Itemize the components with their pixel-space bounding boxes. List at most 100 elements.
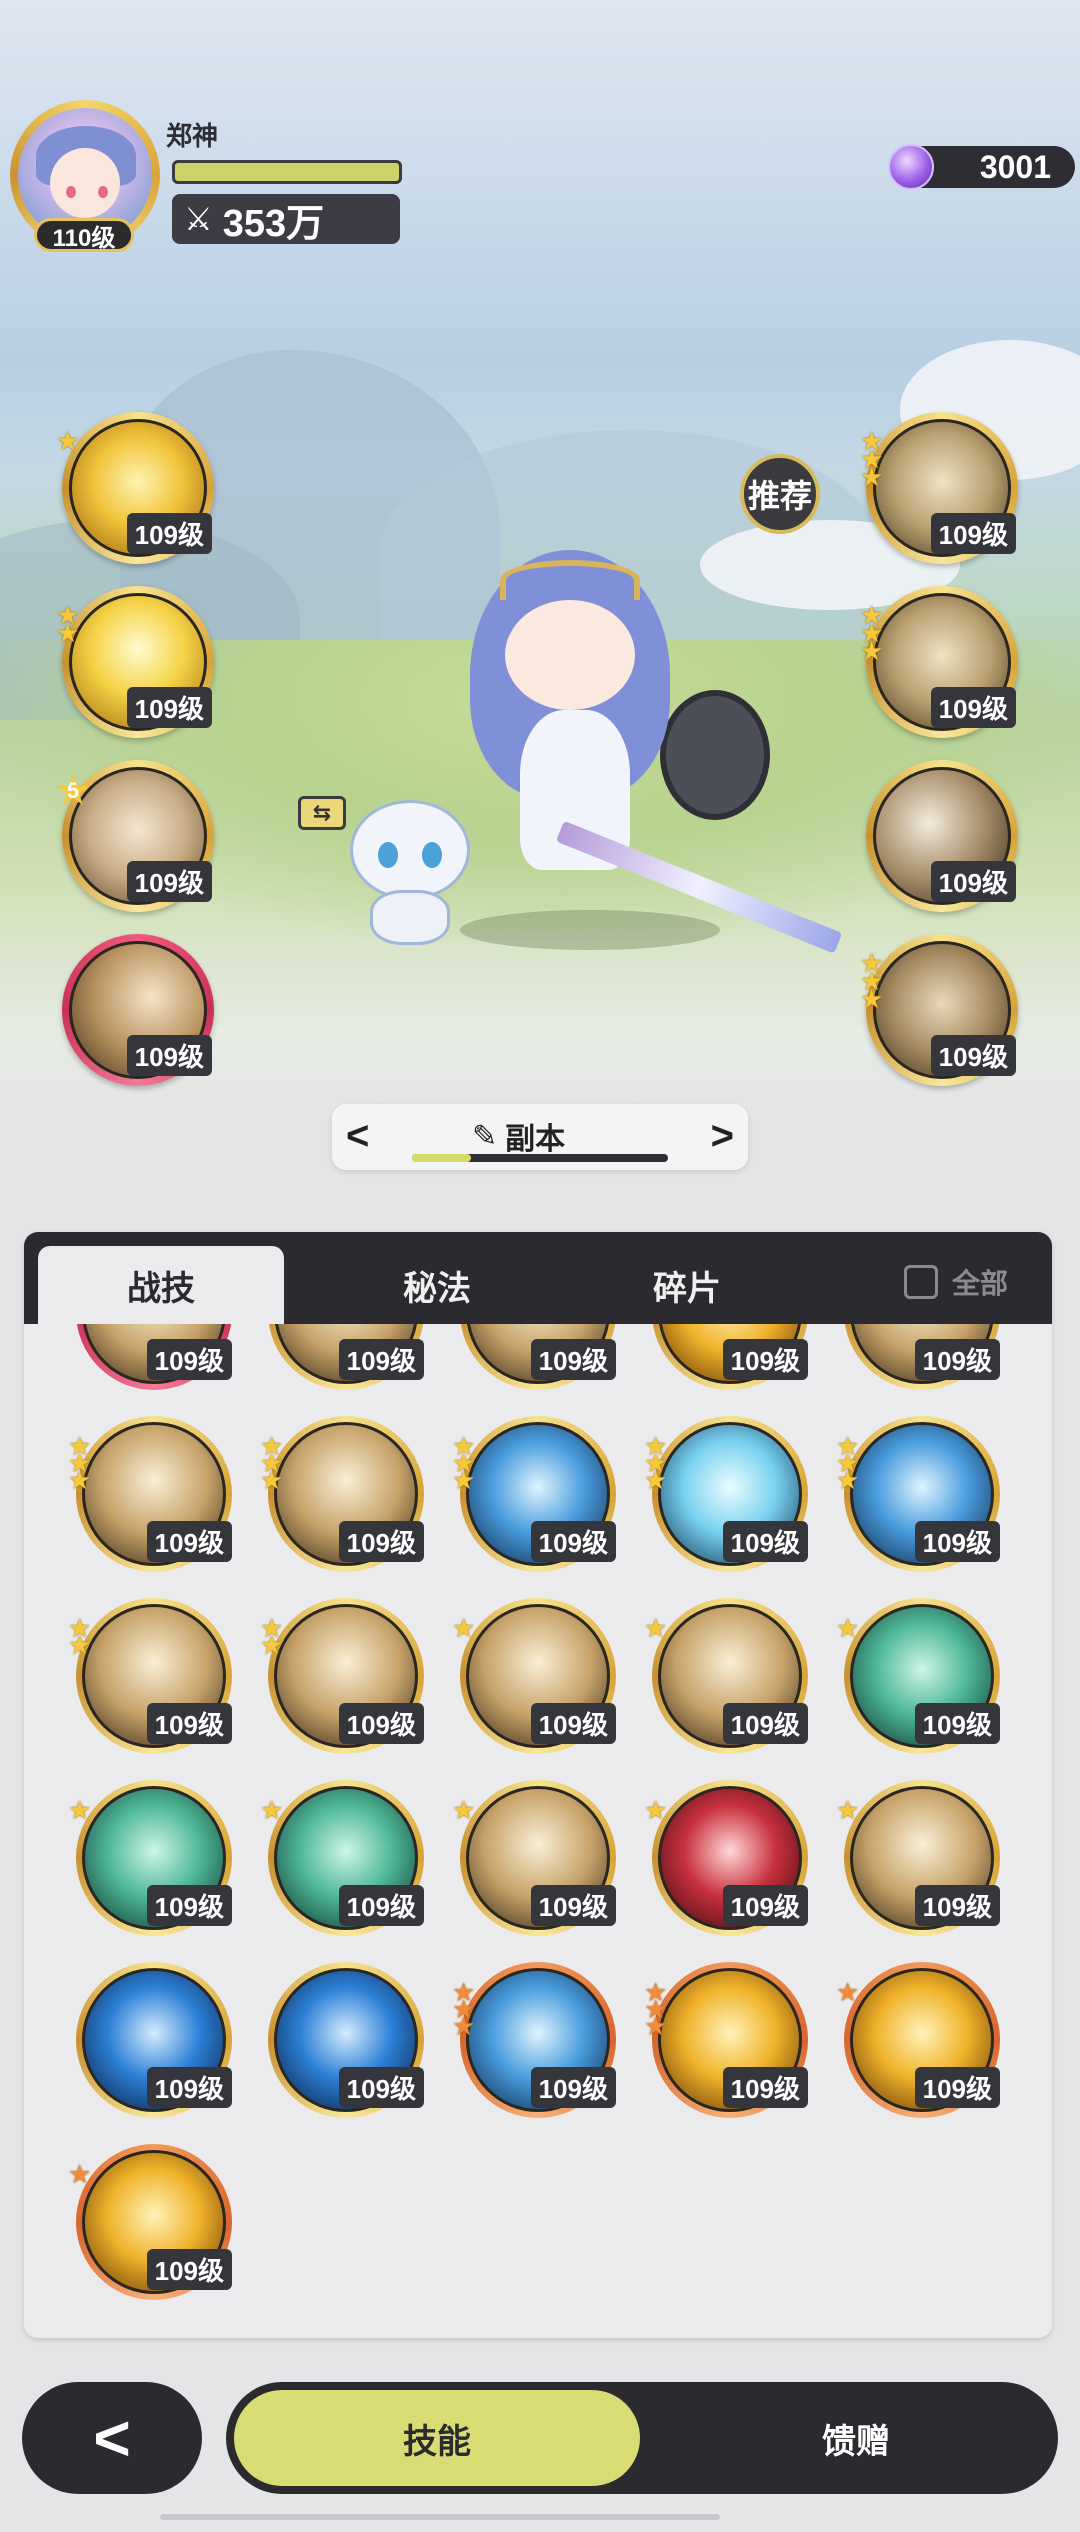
tab-secret-arts[interactable]: 秘法 [314,1246,560,1324]
player-name: 郑神 [166,121,219,151]
mode-label: ✎ 副本 [472,1114,565,1158]
skill-level: 109级 [530,1885,616,1926]
skill-icon[interactable]: ★ 109级 [836,1780,1000,1936]
skill-level: 109级 [338,2067,424,2108]
equipped-slot-right-4[interactable]: ★ ★ ★ 109级 [860,934,1018,1086]
mode-next-button[interactable]: > [711,1114,734,1159]
bottom-navigation: < 技能 馈赠 [0,2350,1080,2532]
star-icon: ★ [836,1977,860,2007]
skill-icon[interactable]: ★★★ 109级 [644,1416,808,1572]
equipped-slot-right-3[interactable]: 109级 [866,760,1018,912]
star-icon: ★ [260,1795,284,1825]
skill-icon[interactable]: 109级 [76,1962,232,2118]
skill-icon[interactable]: ★★★109级 [652,1324,808,1390]
gem-icon [888,144,934,190]
star-icon: ★ [836,1795,860,1825]
skill-level: 109级 [338,1521,424,1562]
skill-level: 109级 [722,1885,808,1926]
recommend-button[interactable]: 推荐 [740,454,820,534]
tab-gifts[interactable]: 馈赠 [656,2382,1056,2494]
mode-prev-button[interactable]: < [346,1114,369,1159]
star-icon: ★ [644,1613,668,1643]
skill-level: 109级 [530,1521,616,1562]
skill-icon[interactable]: ★ 109级 [68,1780,232,1936]
tab-combat-skills[interactable]: 战技 [38,1246,284,1324]
player-hp-bar [172,160,402,184]
skill-icon[interactable]: ★ 109级 [836,1598,1000,1754]
star-icon: ★ ★ ★ [452,1977,476,2041]
skill-level: 109级 [338,1885,424,1926]
skill-level: 109级 [146,2067,232,2108]
skill-icon[interactable]: ★★★ 109级 [452,1416,616,1572]
checkbox[interactable] [904,1265,938,1299]
skill-icon[interactable]: ★ 109级 [836,1962,1000,2118]
tab-fragments[interactable]: 碎片 [564,1246,810,1324]
skill-icon[interactable]: ★★★109级 [844,1324,1000,1390]
equipped-slot-left-4[interactable]: 109级 [62,934,214,1086]
combat-power-value: 353万 [222,202,325,245]
skill-level: 109级 [722,1703,808,1744]
star-icon: ★ [68,2159,92,2189]
star-icon: ★ ★ ★ [860,600,884,666]
skill-icon[interactable]: ★★★109级 [836,1416,1000,1572]
skill-level: 109级 [338,1703,424,1744]
skill-icon[interactable]: ★★★109级 [460,1324,616,1390]
crossed-swords-icon: ⚔ [184,201,213,237]
skill-icon[interactable]: ★★★109级 [268,1324,424,1390]
skill-icon[interactable]: ★ 109级 [260,1780,424,1936]
star-icon: ★ ★ [56,600,80,648]
skill-level: 109级 [914,2067,1000,2108]
skill-icon[interactable]: ★ ★ 109级 [260,1598,424,1754]
skill-level: 109级 [146,1885,232,1926]
skill-level: 109级 [530,2067,616,2108]
skill-level: 109级 [722,1339,808,1380]
skill-icon[interactable]: ★★★109级 [68,1416,232,1572]
skill-icon[interactable]: 109级 [268,1962,424,2118]
star-icon: ★ ★ ★ [644,1431,668,1495]
mode-progress-track [412,1154,668,1162]
skill-icon[interactable]: ★ 109级 [68,2144,232,2300]
skill-icon[interactable]: ★★★ 109级 [452,1962,616,2118]
skill-icon[interactable]: ★ 109级 [644,1598,808,1754]
skill-level: 109级 [914,1703,1000,1744]
back-button[interactable]: < [22,2382,202,2494]
show-all-toggle[interactable]: 全部 [904,1262,1008,1302]
skill-grid: 109级★★★109级★★★109级★★★109级★★★109级★★★109级★… [24,1324,1052,2338]
star-icon: ★ [452,1795,476,1825]
skill-level: 109级 [146,1703,232,1744]
skill-icon[interactable]: ★ 109级 [644,1780,808,1936]
skill-icon[interactable]: ★★★ 109级 [260,1416,424,1572]
slot-level: 109级 [126,1035,212,1076]
skill-level: 109级 [146,1339,232,1380]
star-icon: ★ [644,1795,668,1825]
slot-level: 109级 [126,687,212,728]
equipped-slot-left-2[interactable]: ★ ★ 109级 [56,586,214,738]
skill-level: 109级 [338,1339,424,1380]
skill-icon[interactable]: ★ 109级 [452,1598,616,1754]
equipped-slot-right-1[interactable]: ★ ★ ★ 109级 [860,412,1018,564]
swap-pet-button[interactable]: ⇆ [298,796,346,830]
edit-icon: ✎ [472,1119,498,1153]
star-icon: ★ ★ ★ [260,1431,284,1495]
skill-icon[interactable]: 109级 [76,1324,232,1390]
mode-switcher: < ✎ 副本 > [332,1104,748,1170]
slot-level: 109级 [930,513,1016,554]
star-icon: ★ [68,1795,92,1825]
hero-scene: 110级 郑神 ⚔ 353万 3001 ★ 109级 ★ ★ 109级 5 109… [0,0,1080,1120]
skill-icon[interactable]: ★★★109级 [644,1962,808,2118]
pet-companion [340,780,480,950]
star-icon: ★ [452,1613,476,1643]
skill-level: 109级 [530,1339,616,1380]
equipped-slot-left-1[interactable]: ★ 109级 [56,412,214,564]
skill-icon[interactable]: ★ ★ 109级 [68,1598,232,1754]
skill-level: 109级 [722,1521,808,1562]
slot-level: 109级 [126,861,212,902]
equipped-slot-left-3[interactable]: 5 109级 [56,760,214,912]
equipped-slot-right-2[interactable]: ★ ★ ★ 109级 [860,586,1018,738]
star-icon: ★ ★ ★ [452,1431,476,1495]
skill-icon[interactable]: ★ 109级 [452,1780,616,1936]
skill-level: 109级 [146,1521,232,1562]
player-level-badge: 110级 [34,218,134,252]
star-icon: ★ ★ ★ [860,426,884,492]
tab-skills[interactable]: 技能 [230,2386,644,2490]
